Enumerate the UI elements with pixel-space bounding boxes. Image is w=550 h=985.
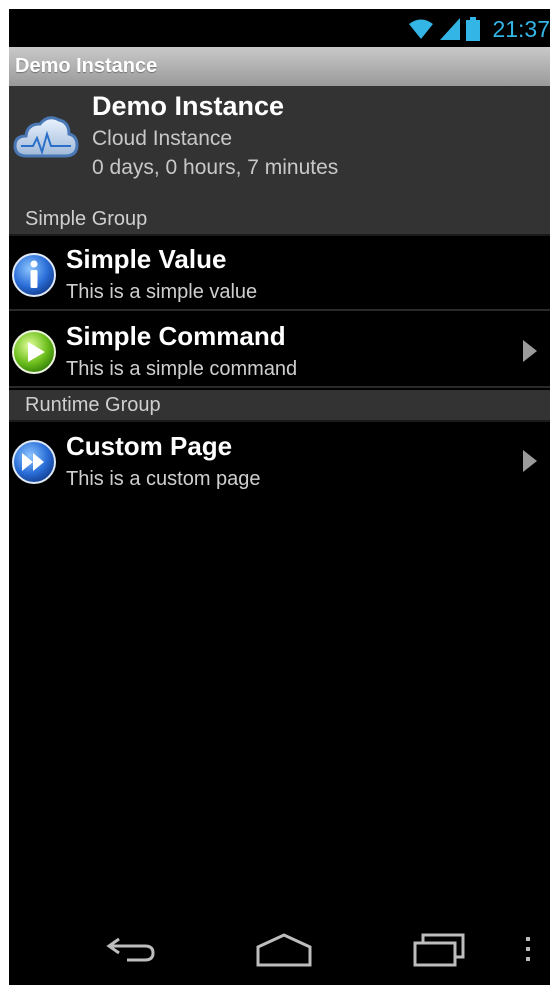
instance-subtitle: Cloud Instance — [92, 127, 233, 150]
navigation-bar — [9, 913, 550, 985]
item-title: Simple Value — [66, 244, 227, 274]
list-item-simple-value[interactable]: Simple Value This is a simple value — [9, 236, 550, 311]
group-header-simple: Simple Group — [9, 204, 550, 236]
group-header-runtime: Runtime Group — [9, 390, 550, 422]
chevron-right-icon — [523, 450, 537, 472]
fast-forward-icon — [12, 440, 56, 484]
info-icon — [12, 253, 56, 297]
group-label: Runtime Group — [25, 393, 161, 416]
page-title: Demo Instance — [15, 55, 158, 77]
group-label: Simple Group — [25, 207, 148, 230]
battery-icon — [466, 17, 481, 41]
cloud-icon — [13, 116, 79, 158]
item-title: Simple Command — [66, 321, 286, 351]
overflow-menu-icon[interactable] — [523, 929, 533, 969]
item-title: Custom Page — [66, 431, 233, 461]
title-bar: Demo Instance — [9, 47, 550, 86]
recent-apps-icon[interactable] — [411, 929, 467, 969]
back-icon[interactable] — [105, 929, 159, 969]
play-icon — [12, 330, 56, 374]
chevron-right-icon — [523, 340, 537, 362]
instance-title: Demo Instance — [92, 91, 285, 121]
list-item-simple-command[interactable]: Simple Command This is a simple command — [9, 313, 550, 388]
app-screen: 21:37 Demo Instance Demo Instance Cloud … — [9, 9, 550, 985]
signal-icon — [440, 18, 461, 40]
instance-uptime: 0 days, 0 hours, 7 minutes — [92, 156, 339, 179]
item-subtitle: This is a custom page — [66, 468, 261, 490]
item-subtitle: This is a simple value — [66, 281, 258, 303]
status-bar: 21:37 — [9, 9, 550, 47]
list-item-custom-page[interactable]: Custom Page This is a custom page — [9, 423, 550, 498]
home-icon[interactable] — [255, 929, 313, 969]
status-icons: 21:37 — [408, 13, 550, 45]
status-time: 21:37 — [492, 15, 550, 42]
wifi-icon — [409, 19, 434, 39]
instance-header[interactable]: Demo Instance Cloud Instance 0 days, 0 h… — [9, 86, 550, 206]
item-subtitle: This is a simple command — [66, 358, 298, 380]
